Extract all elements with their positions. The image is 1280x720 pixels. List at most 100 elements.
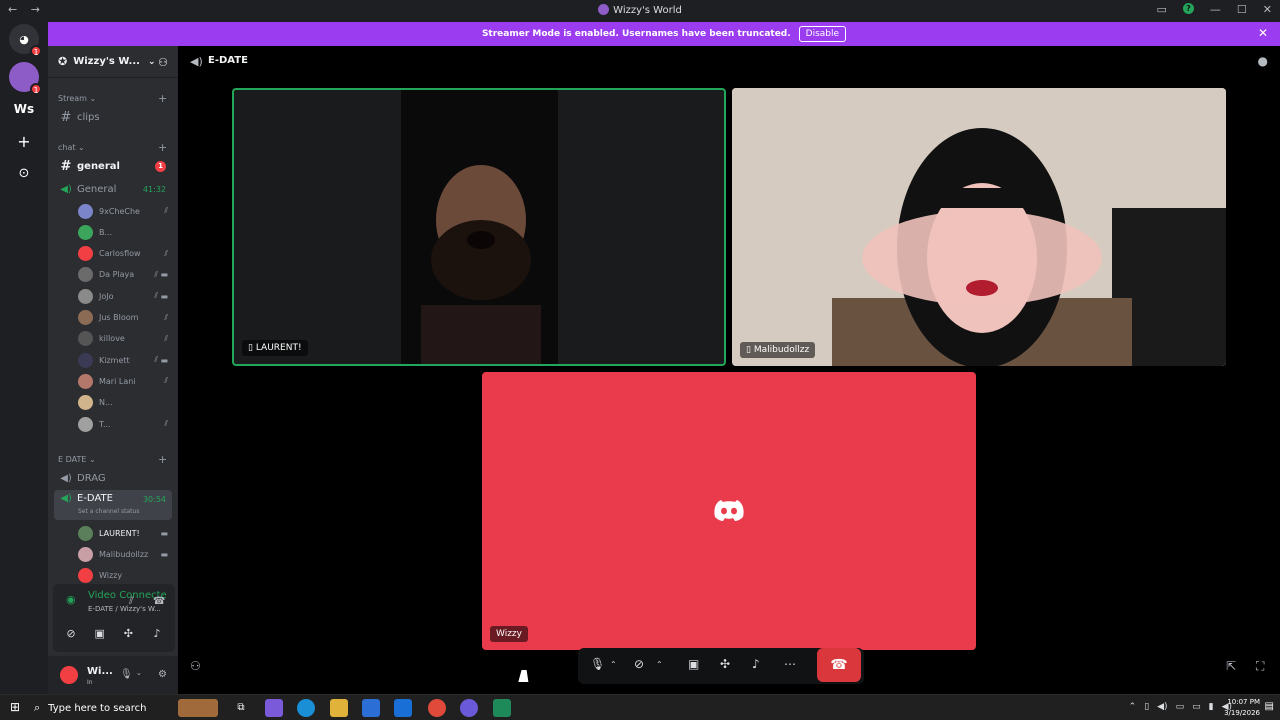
voice-user-name: T...: [99, 419, 111, 429]
invite-to-call-icon[interactable]: ⚇: [190, 659, 201, 673]
fullscreen-icon[interactable]: ⛶: [1256, 659, 1264, 674]
file-explorer-icon[interactable]: [330, 699, 348, 717]
popout-icon[interactable]: ⇱: [1226, 659, 1236, 673]
video-tile-malibudollzz[interactable]: ▯ Malibudollzz: [732, 88, 1226, 366]
windows-start-icon[interactable]: ⊞: [10, 700, 20, 714]
voice-user[interactable]: 9xCheChe ⫽: [78, 201, 172, 221]
voice-user[interactable]: B...: [78, 222, 172, 242]
add-server-icon[interactable]: +: [9, 126, 39, 156]
add-channel-icon[interactable]: +: [158, 453, 167, 466]
server-header[interactable]: ✪ Wizzy's W... ⌄ ⚇: [48, 46, 178, 78]
participant-name: Malibudollzz: [753, 345, 810, 355]
person-silhouette-icon: [421, 165, 541, 364]
notification-icon[interactable]: ▤: [1265, 701, 1274, 712]
voice-user[interactable]: Da Playa ▬ ⫽: [78, 265, 172, 285]
unread-badge: 1: [155, 160, 166, 172]
avatar: [78, 224, 93, 240]
voice-user[interactable]: Wizzy: [78, 566, 172, 586]
chevron-up-icon[interactable]: ⌃: [656, 660, 663, 669]
edge-icon[interactable]: [297, 699, 315, 717]
speaker-icon: ◀): [60, 183, 72, 195]
channel-general-text[interactable]: # general 1: [54, 156, 172, 176]
invite-people-icon[interactable]: ⚇: [158, 56, 168, 69]
app-taskbar-icon[interactable]: [493, 699, 511, 717]
category-chat[interactable]: chat ⌄ +: [58, 141, 167, 154]
channel-drag[interactable]: ◀) DRAG: [54, 468, 172, 488]
channel-label: general: [77, 160, 120, 172]
channel-label: E-DATE: [77, 493, 113, 504]
close-button[interactable]: ✕: [1263, 3, 1272, 16]
camera-off-icon[interactable]: ⊘: [634, 657, 644, 671]
mic-icon[interactable]: 🎙︎: [590, 657, 605, 671]
store-icon[interactable]: [362, 699, 380, 717]
network-icon[interactable]: ▭: [1176, 702, 1185, 712]
inbox-icon[interactable]: ▭: [1157, 3, 1167, 16]
settings-gear-icon[interactable]: ⚙: [158, 669, 167, 680]
voice-user[interactable]: Mari Lani ⫽: [78, 371, 172, 391]
screen-share-icon[interactable]: ▣: [88, 624, 112, 644]
voice-user[interactable]: T... ⫽: [78, 414, 172, 434]
banner-close-icon[interactable]: ✕: [1258, 26, 1268, 40]
voice-user[interactable]: Kizmett ▬ ⫽: [78, 350, 172, 370]
add-channel-icon[interactable]: +: [158, 141, 167, 154]
clock[interactable]: 10:07 PM 3/19/2026: [1224, 697, 1260, 719]
voice-location[interactable]: E-DATE / Wizzy's W...: [88, 605, 161, 613]
add-channel-icon[interactable]: +: [158, 92, 167, 105]
camera-off-icon[interactable]: ⊘: [59, 624, 83, 644]
avatar: [78, 352, 93, 368]
chevron-down-icon[interactable]: ⌄: [136, 669, 142, 677]
hash-icon: #: [60, 158, 72, 174]
disable-button[interactable]: Disable: [798, 26, 847, 42]
minimize-button[interactable]: —: [1210, 3, 1221, 16]
video-tile-wizzy[interactable]: Wizzy: [482, 372, 976, 650]
category-stream[interactable]: Stream ⌄ +: [58, 92, 167, 105]
voice-user[interactable]: N...: [78, 393, 172, 413]
chevron-up-icon[interactable]: ⌃: [1129, 702, 1137, 712]
server-wizzys-world[interactable]: 1: [9, 62, 42, 95]
more-options-icon[interactable]: ⋯: [784, 657, 796, 671]
avatar: [78, 288, 93, 304]
outlook-icon[interactable]: [394, 699, 412, 717]
channel-edate[interactable]: ◀) E-DATE 30:54 Set a channel status: [54, 490, 172, 520]
voice-user[interactable]: Malibudollzz ▬: [78, 544, 172, 564]
voice-user[interactable]: Jus Bloom ⫽: [78, 308, 172, 328]
taskbar-search[interactable]: ⌕ Type here to search: [34, 698, 174, 718]
channel-general-voice[interactable]: ◀) General 41:32: [54, 179, 172, 199]
noise-suppression-icon[interactable]: ⫽: [129, 596, 133, 607]
avatar[interactable]: [60, 666, 78, 684]
discord-taskbar-icon[interactable]: [460, 699, 478, 717]
maximize-button[interactable]: ☐: [1237, 3, 1247, 16]
video-tile-laurent[interactable]: ▯ LAURENT!: [232, 88, 726, 366]
category-edate[interactable]: E DATE ⌄ +: [58, 453, 167, 466]
chevron-up-icon[interactable]: ⌃: [610, 660, 617, 669]
voice-user[interactable]: Carlosflow ⫽: [78, 244, 172, 264]
screen-share-icon[interactable]: ▣: [688, 657, 699, 671]
chrome-icon[interactable]: [428, 699, 446, 717]
soundboard-icon[interactable]: ♪: [145, 624, 169, 644]
tray-app-icon[interactable]: ▯: [1144, 702, 1149, 712]
task-view-icon[interactable]: ⧉: [232, 699, 250, 717]
battery-icon[interactable]: ▭: [1192, 702, 1201, 712]
mic-tray-icon[interactable]: ▮: [1209, 702, 1214, 712]
channel-status[interactable]: Set a channel status: [78, 508, 139, 515]
server-ws[interactable]: Ws: [9, 94, 39, 124]
activities-icon[interactable]: ✣: [720, 657, 730, 671]
discover-icon[interactable]: ⊙: [9, 158, 39, 188]
help-icon[interactable]: ?: [1182, 3, 1194, 14]
volume-icon[interactable]: ◀): [1157, 702, 1167, 712]
voice-user[interactable]: JoJo ▬ ⫽: [78, 286, 172, 306]
voice-user[interactable]: killove ⫽: [78, 329, 172, 349]
leave-call-button[interactable]: ☎: [817, 648, 861, 682]
channel-clips[interactable]: # clips: [54, 107, 172, 127]
mic-icon[interactable]: 🎙︎: [120, 669, 133, 680]
home-button[interactable]: ◕ 1: [9, 24, 42, 57]
voice-user-name: Malibudollzz: [99, 549, 149, 559]
soundboard-icon[interactable]: ♪: [752, 657, 760, 671]
disconnect-icon[interactable]: ☎: [153, 596, 165, 607]
voice-user[interactable]: LAURENT! ▬: [78, 523, 172, 543]
activities-icon[interactable]: ✣: [116, 624, 140, 644]
signal-icon[interactable]: ◉: [66, 593, 76, 606]
chat-bubble-icon[interactable]: ●: [1258, 54, 1268, 68]
weather-widget-icon[interactable]: [178, 699, 218, 717]
copilot-icon[interactable]: [265, 699, 283, 717]
